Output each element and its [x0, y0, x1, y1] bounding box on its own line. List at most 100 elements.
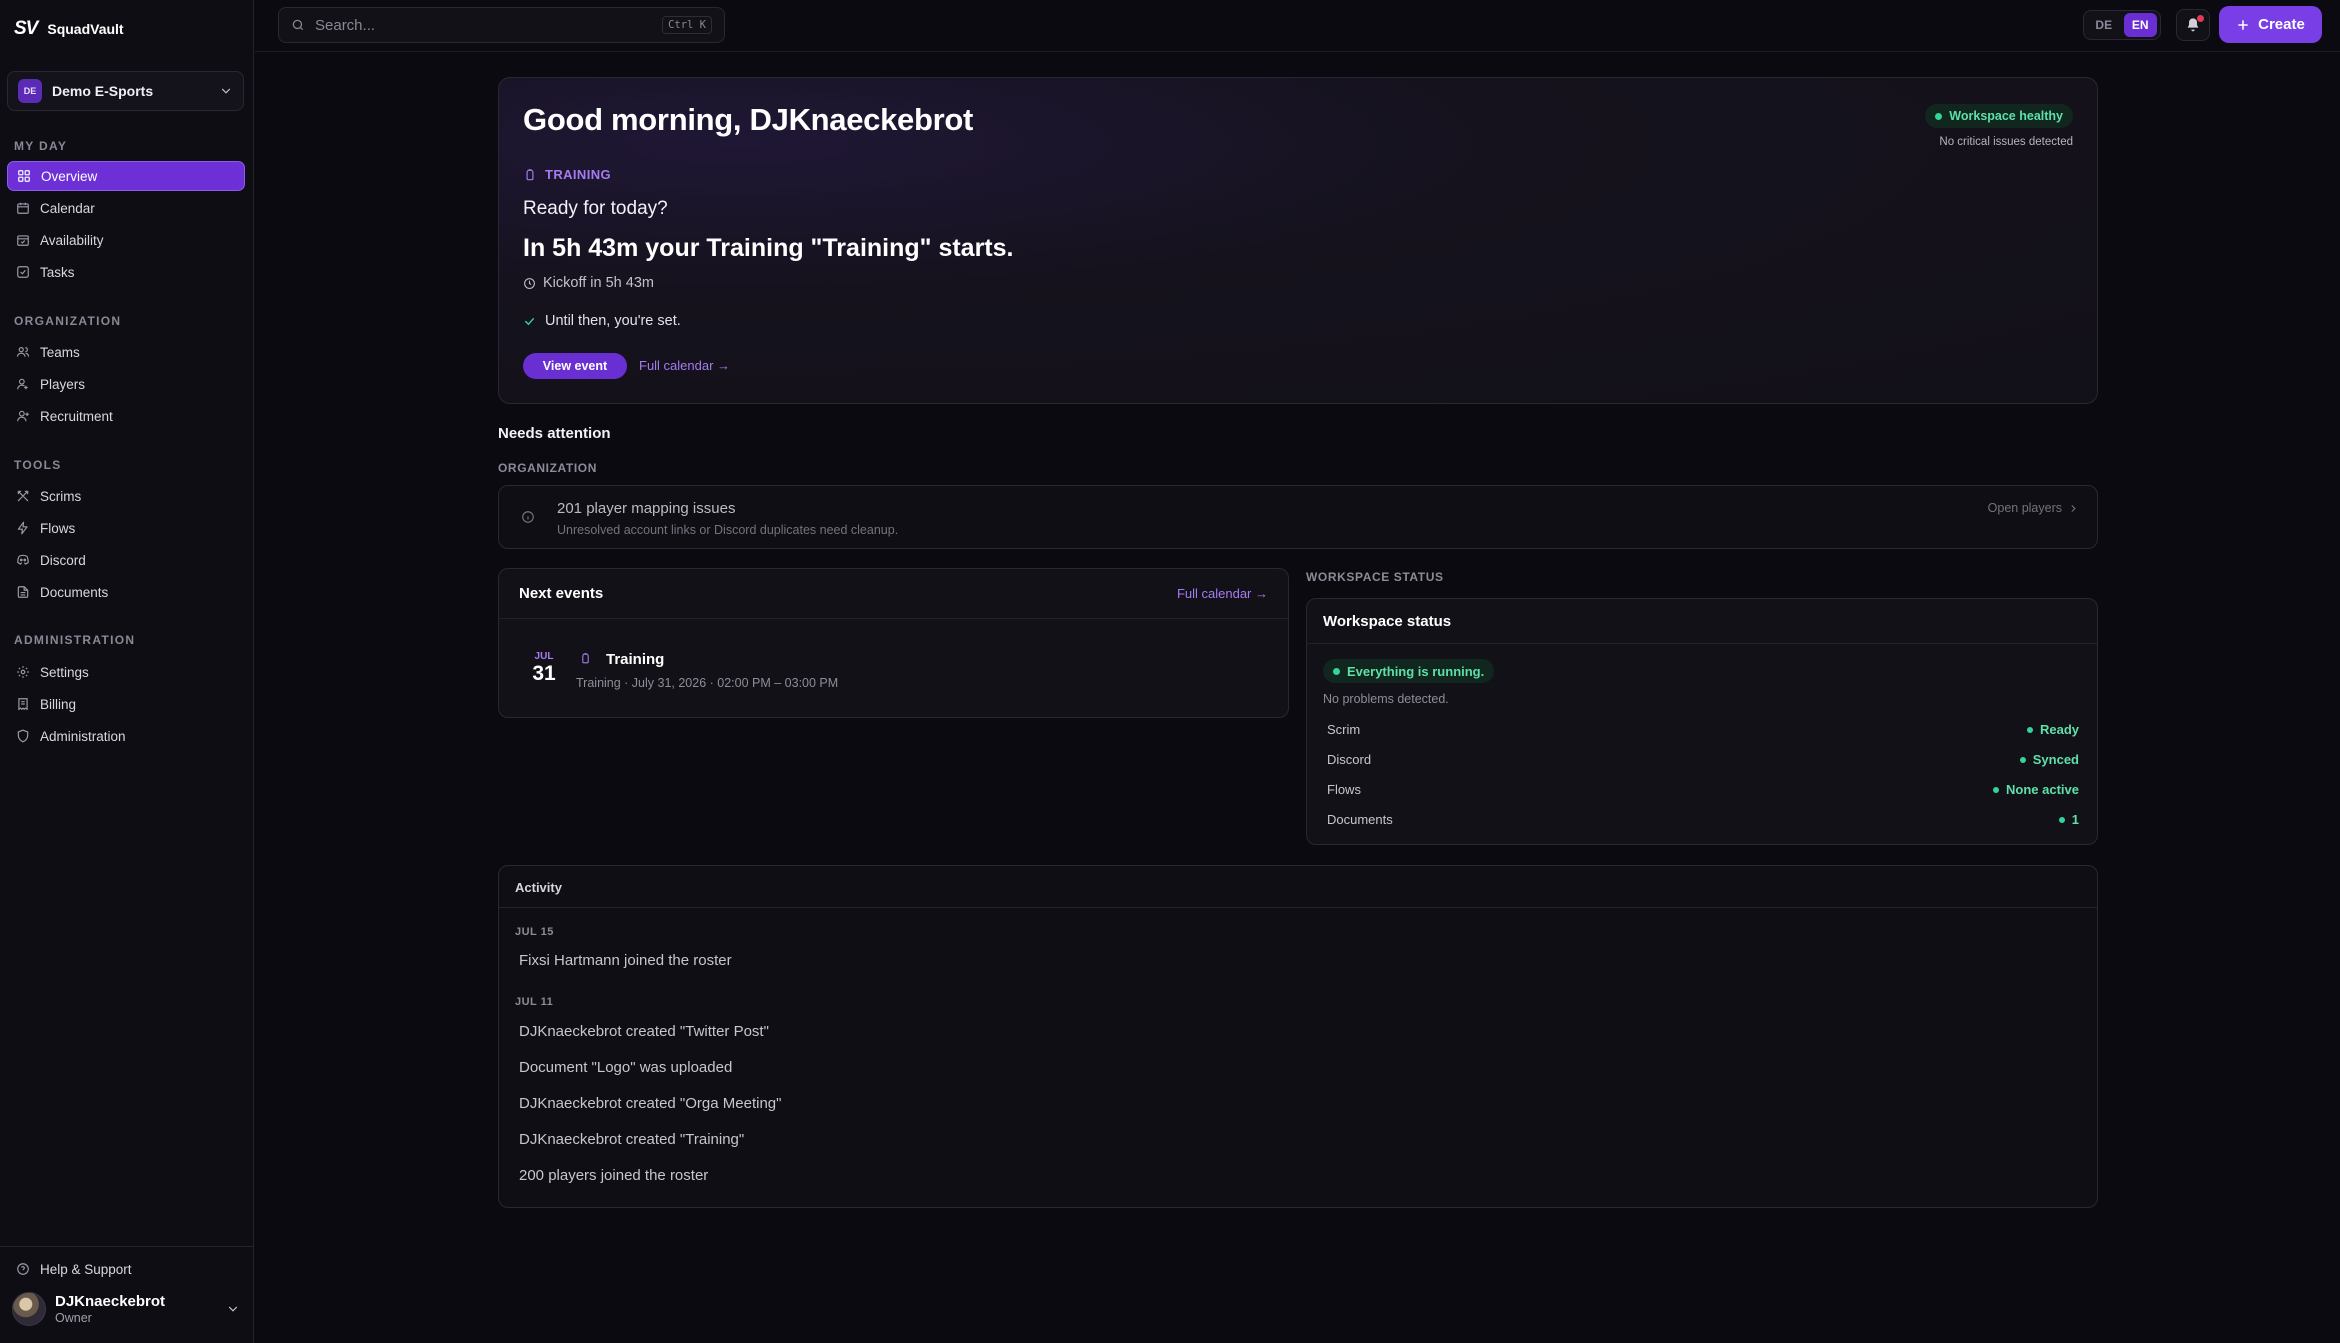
- attention-title: 201 player mapping issues: [557, 500, 736, 517]
- activity-item: DJKnaeckebrot created "Twitter Post": [519, 1023, 769, 1040]
- topbar: Ctrl K DE EN Create: [255, 0, 2340, 52]
- document-icon: [16, 585, 30, 599]
- org-switcher[interactable]: DE Demo E-Sports: [7, 71, 244, 111]
- search-box[interactable]: Ctrl K: [278, 7, 725, 43]
- info-icon: [521, 510, 535, 524]
- events-calendar-link[interactable]: Full calendar →: [1177, 586, 1268, 601]
- status-row-value: Ready: [2026, 722, 2079, 737]
- status-dot: [1333, 667, 1340, 675]
- create-button[interactable]: Create: [2219, 6, 2322, 43]
- status-value-text: Ready: [2039, 722, 2079, 737]
- sidebar-item-tasks[interactable]: Tasks: [7, 257, 245, 287]
- nav-section-my-day: MY DAY: [14, 139, 68, 153]
- kickoff-info: Kickoff in 5h 43m: [523, 275, 654, 291]
- view-event-button[interactable]: View event: [523, 353, 627, 379]
- activity-date: JUL 11: [515, 996, 554, 1008]
- sidebar-item-availability[interactable]: Availability: [7, 225, 245, 255]
- status-row-scrim: Scrim Ready: [1327, 722, 2079, 737]
- activity-date: JUL 15: [515, 926, 554, 938]
- sidebar-item-label: Settings: [40, 664, 89, 680]
- help-support-link[interactable]: Help & Support: [7, 1254, 245, 1284]
- checkbox-icon: [16, 265, 30, 279]
- status-row-label: Scrim: [1327, 722, 1361, 737]
- hero-question: Ready for today?: [523, 198, 668, 219]
- notifications-button[interactable]: [2176, 9, 2210, 41]
- gear-icon: [16, 665, 30, 679]
- user-plus-icon: [16, 409, 30, 423]
- workspace-status-card: Workspace status Everything is running. …: [1306, 598, 2098, 845]
- sidebar-item-label: Billing: [40, 696, 77, 712]
- needs-attention-title: Needs attention: [498, 425, 611, 442]
- event-month: JUL: [534, 651, 554, 662]
- sidebar-item-scrims[interactable]: Scrims: [7, 481, 245, 511]
- nav-section-administration: ADMINISTRATION: [14, 633, 136, 647]
- sidebar-item-label: Teams: [40, 344, 80, 360]
- grid-icon: [17, 169, 31, 183]
- attention-item[interactable]: 201 player mapping issues Unresolved acc…: [498, 485, 2098, 549]
- sidebar-item-settings[interactable]: Settings: [7, 657, 245, 687]
- status-value-text: None active: [2006, 782, 2079, 797]
- avatar: [12, 1292, 46, 1326]
- dumbbell-icon: [523, 168, 537, 182]
- full-calendar-link[interactable]: Full calendar →: [639, 358, 730, 373]
- event-details: Training · July 31, 2026 · 02:00 PM – 03…: [576, 676, 839, 690]
- sidebar-item-flows[interactable]: Flows: [7, 513, 245, 543]
- sidebar-item-administration[interactable]: Administration: [7, 721, 245, 751]
- sidebar-item-discord[interactable]: Discord: [7, 545, 245, 575]
- sidebar-item-teams[interactable]: Teams: [7, 337, 245, 367]
- sidebar-item-label: Discord: [40, 552, 86, 568]
- status-dot: [2058, 816, 2065, 823]
- brand[interactable]: SV SquadVault: [14, 18, 124, 40]
- activity-item: DJKnaeckebrot created "Training": [519, 1131, 745, 1148]
- sidebar-item-label: Tasks: [40, 264, 75, 280]
- user-role: Owner: [55, 1311, 92, 1325]
- users-icon: [16, 345, 30, 359]
- calendar-check-icon: [16, 233, 30, 247]
- chevron-down-icon: [219, 84, 233, 98]
- status-dot: [2026, 726, 2033, 733]
- lang-de-button[interactable]: DE: [2087, 13, 2121, 37]
- calendar-icon: [16, 201, 30, 215]
- status-row-flows: Flows None active: [1327, 782, 2079, 797]
- activity-card: Activity JUL 15 Fixsi Hartmann joined th…: [498, 865, 2098, 1208]
- activity-item: Fixsi Hartmann joined the roster: [519, 952, 732, 969]
- page-title: Good morning, DJKnaeckebrot: [523, 102, 974, 137]
- sidebar-item-recruitment[interactable]: Recruitment: [7, 401, 245, 431]
- status-row-value: Synced: [2019, 752, 2079, 767]
- kickoff-label: Kickoff in 5h 43m: [543, 275, 654, 291]
- org-name: Demo E-Sports: [52, 83, 154, 99]
- sidebar-item-overview[interactable]: Overview: [7, 161, 245, 191]
- status-dot: [2019, 756, 2026, 763]
- sidebar-item-players[interactable]: Players: [7, 369, 245, 399]
- swords-icon: [16, 489, 30, 503]
- sidebar-item-calendar[interactable]: Calendar: [7, 193, 245, 223]
- sidebar-item-label: Players: [40, 376, 86, 392]
- lang-en-button[interactable]: EN: [2123, 13, 2157, 37]
- status-row-discord: Discord Synced: [1327, 752, 2079, 767]
- clock-icon: [523, 277, 536, 290]
- status-dot: [1935, 112, 1943, 120]
- event-title: Training: [606, 651, 665, 668]
- status-value-text: Synced: [2032, 752, 2079, 767]
- event-day: 31: [532, 662, 556, 685]
- user-menu[interactable]: DJKnaeckebrot Owner: [12, 1292, 240, 1326]
- next-events-title: Next events: [519, 585, 604, 602]
- attention-subtext: Unresolved account links or Discord dupl…: [557, 523, 899, 537]
- sidebar-item-billing[interactable]: Billing: [7, 689, 245, 719]
- next-events-card: Next events Full calendar → JUL 31 Train…: [498, 568, 1289, 718]
- help-support-label: Help & Support: [40, 1261, 132, 1277]
- shield-icon: [16, 729, 30, 743]
- readiness-label: Until then, you're set.: [545, 313, 681, 329]
- sidebar-item-documents[interactable]: Documents: [7, 577, 245, 607]
- search-input[interactable]: [315, 16, 653, 34]
- receipt-icon: [16, 697, 30, 711]
- status-row-label: Discord: [1327, 752, 1372, 767]
- next-events-header: Next events Full calendar →: [499, 569, 1288, 619]
- activity-header: Activity: [499, 866, 2097, 908]
- health-label: Workspace healthy: [1949, 109, 2063, 123]
- status-row-value: None active: [1993, 782, 2079, 797]
- open-players-link[interactable]: Open players: [1988, 501, 2079, 515]
- sidebar-item-label: Overview: [41, 168, 98, 184]
- search-icon: [291, 18, 305, 32]
- sidebar-item-label: Scrims: [40, 488, 82, 504]
